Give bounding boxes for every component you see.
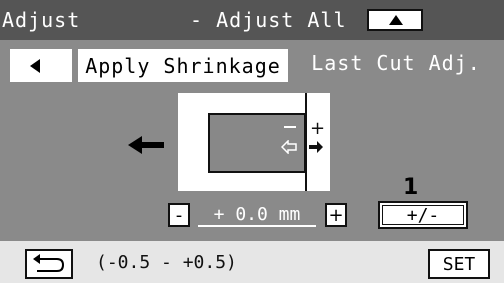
title-adjust: Adjust [2, 8, 81, 32]
step-number: 1 [403, 175, 419, 200]
return-arrow-icon [33, 254, 65, 272]
set-button[interactable]: SET [428, 249, 490, 279]
adjust-value: + 0.0 mm [198, 203, 316, 227]
back-button[interactable] [25, 249, 73, 279]
cut-line [305, 93, 307, 191]
scroll-up-button[interactable] [367, 9, 423, 31]
sign-toggle-button[interactable]: +/- [378, 201, 468, 229]
tab-apply-shrinkage[interactable]: Apply Shrinkage [78, 49, 288, 82]
decrement-button[interactable]: - [168, 203, 190, 227]
minus-sign [284, 126, 296, 128]
title-bar: Adjust - Adjust All [0, 0, 504, 40]
triangle-up-icon [389, 15, 403, 25]
title-adjust-all: - Adjust All [190, 8, 347, 32]
arrow-left-icon [128, 136, 164, 154]
hollow-arrow-left-icon [281, 140, 297, 154]
tab-last-cut-adj[interactable]: Last Cut Adj. [290, 43, 502, 83]
tab-prev-button[interactable] [10, 49, 72, 82]
arrow-right-icon [309, 141, 323, 153]
triangle-left-icon [30, 59, 40, 73]
adjust-screen: Adjust - Adjust All Apply Shrinkage Last… [0, 0, 504, 283]
increment-button[interactable]: + [325, 203, 347, 227]
plus-sign: + [310, 118, 326, 139]
range-text: (-0.5 - +0.5) [96, 252, 237, 273]
